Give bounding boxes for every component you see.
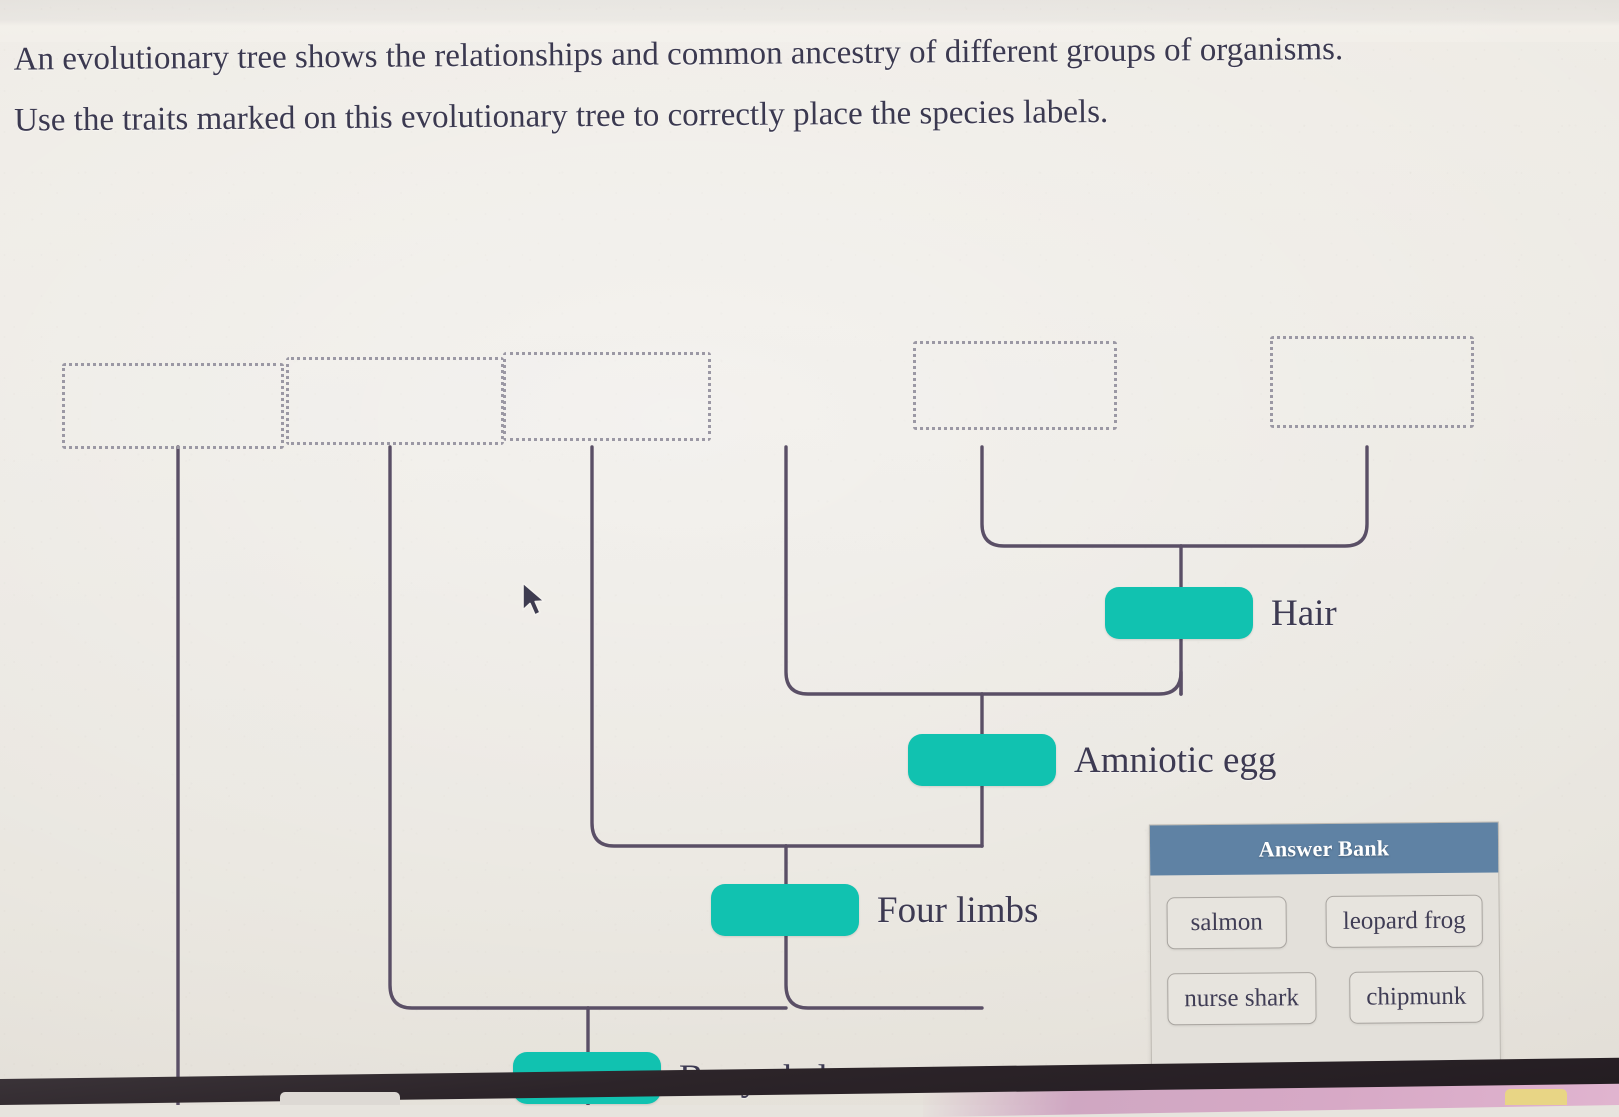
- instruction-text: An evolutionary tree shows the relations…: [13, 31, 1435, 165]
- answer-bank-items: salmon leopard frog nurse shark chipmunk: [1150, 872, 1499, 1026]
- answer-bank-panel: Answer Bank salmon leopard frog nurse sh…: [1148, 821, 1502, 1090]
- bezel-highlight-right: [1505, 1089, 1567, 1105]
- dropzone-species-4[interactable]: [913, 341, 1117, 430]
- trait-marker-amniotic-egg[interactable]: Amniotic egg: [908, 734, 1276, 786]
- answer-chip-salmon[interactable]: salmon: [1166, 896, 1287, 950]
- bezel-highlight-left: [280, 1092, 400, 1105]
- answer-chip-leopard-frog[interactable]: leopard frog: [1325, 894, 1483, 948]
- dropzone-species-2[interactable]: [286, 357, 504, 445]
- dropzone-species-5[interactable]: [1270, 336, 1474, 428]
- instruction-line-2: Use the traits marked on this evolutiona…: [14, 93, 1109, 139]
- trait-chip-four-limbs[interactable]: [711, 884, 859, 936]
- trait-marker-four-limbs[interactable]: Four limbs: [711, 884, 1038, 936]
- trait-marker-hair[interactable]: Hair: [1105, 587, 1337, 639]
- answer-chip-chipmunk[interactable]: chipmunk: [1349, 970, 1484, 1024]
- dropzone-species-1[interactable]: [62, 363, 284, 449]
- trait-chip-hair[interactable]: [1105, 587, 1253, 639]
- answer-chip-nurse-shark[interactable]: nurse shark: [1167, 972, 1317, 1026]
- trait-chip-amniotic-egg[interactable]: [908, 734, 1056, 786]
- instruction-line-1: An evolutionary tree shows the relations…: [13, 31, 1344, 78]
- trait-label-amniotic-egg: Amniotic egg: [1074, 739, 1277, 781]
- answer-bank-title: Answer Bank: [1149, 822, 1499, 876]
- mouse-cursor-arrow-icon: [522, 582, 545, 616]
- trait-label-hair: Hair: [1271, 592, 1337, 634]
- dropzone-species-3[interactable]: [503, 352, 711, 441]
- trait-label-four-limbs: Four limbs: [877, 889, 1039, 931]
